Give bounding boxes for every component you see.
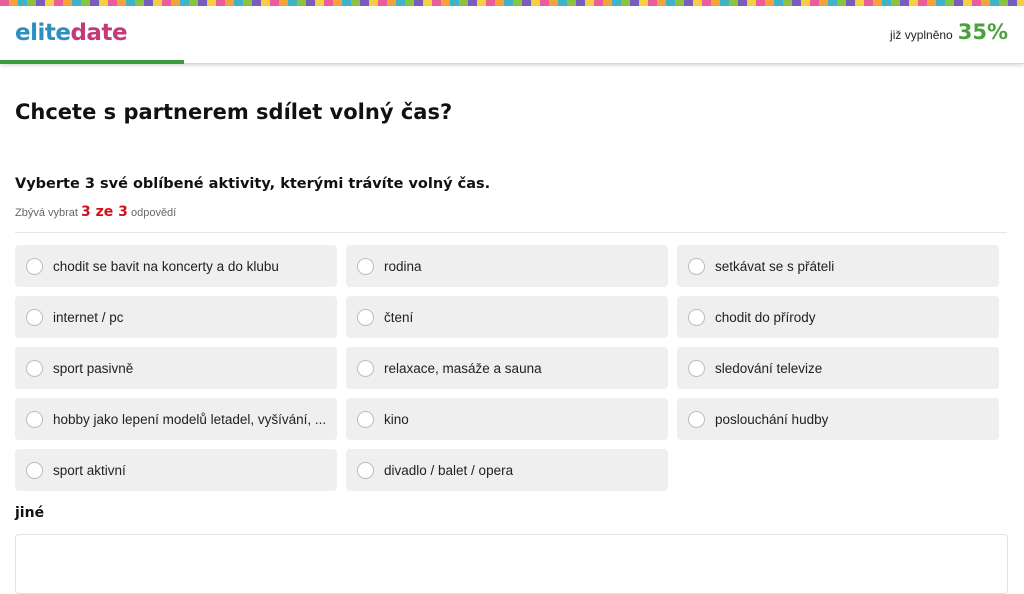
progress-percentage: 35% (957, 20, 1008, 44)
option-label: rodina (384, 258, 422, 274)
top-header: elitedate již vyplněno 35% (0, 6, 1024, 64)
radio-circle-icon[interactable] (26, 308, 43, 326)
radio-circle-icon[interactable] (26, 359, 43, 377)
other-label: jiné (15, 505, 45, 521)
radio-circle-icon[interactable] (688, 410, 705, 428)
option-label: sledování televize (715, 360, 823, 376)
option-label: internet / pc (53, 309, 124, 325)
section-divider (15, 232, 1007, 233)
option-label: relaxace, masáže a sauna (384, 360, 542, 376)
option-label: sport aktivní (53, 462, 126, 478)
option-label: čtení (384, 309, 414, 325)
option-label: kino (384, 411, 409, 427)
radio-circle-icon[interactable] (357, 461, 374, 479)
progress-indicator: již vyplněno 35% (890, 20, 1008, 44)
option-item[interactable]: chodit se bavit na koncerty a do klubu (15, 245, 337, 287)
radio-circle-icon[interactable] (688, 308, 705, 326)
radio-circle-icon[interactable] (26, 257, 43, 275)
option-item[interactable]: hobby jako lepení modelů letadel, vyšívá… (15, 398, 337, 440)
radio-circle-icon[interactable] (688, 359, 705, 377)
option-item[interactable]: chodit do přírody (677, 296, 999, 338)
progress-bar (0, 60, 184, 64)
options-grid: chodit se bavit na koncerty a do klubu r… (15, 245, 999, 491)
radio-circle-icon[interactable] (357, 410, 374, 428)
option-label: chodit se bavit na koncerty a do klubu (53, 258, 279, 274)
option-label: poslouchání hudby (715, 411, 829, 427)
option-label: divadlo / balet / opera (384, 462, 514, 478)
remaining-suffix: odpovědí (130, 207, 177, 219)
option-item[interactable]: sledování televize (677, 347, 999, 389)
option-label: setkávat se s přáteli (715, 258, 835, 274)
radio-circle-icon[interactable] (26, 410, 43, 428)
option-item[interactable]: poslouchání hudby (677, 398, 999, 440)
option-item[interactable]: relaxace, masáže a sauna (346, 347, 668, 389)
option-item[interactable]: sport aktivní (15, 449, 337, 491)
option-item[interactable]: sport pasivně (15, 347, 337, 389)
option-label: hobby jako lepení modelů letadel, vyšívá… (53, 411, 327, 427)
option-item[interactable]: divadlo / balet / opera (346, 449, 668, 491)
remaining-prefix: Zbývá vybrat (15, 207, 78, 219)
remaining-selection-info: Zbývá vybrat 3 ze 3 odpovědí (15, 204, 176, 220)
radio-circle-icon[interactable] (357, 359, 374, 377)
radio-circle-icon[interactable] (688, 257, 705, 275)
option-item[interactable]: setkávat se s přáteli (677, 245, 999, 287)
elitedate-logo[interactable]: elitedate (15, 20, 128, 46)
question-title: Chcete s partnerem sdílet volný čas? (15, 100, 453, 124)
option-item[interactable]: rodina (346, 245, 668, 287)
logo-part-elite: elite (15, 20, 71, 46)
option-item[interactable]: internet / pc (15, 296, 337, 338)
radio-circle-icon[interactable] (357, 257, 374, 275)
logo-part-date: date (70, 20, 128, 46)
radio-circle-icon[interactable] (26, 461, 43, 479)
option-item[interactable]: čtení (346, 296, 668, 338)
progress-label: již vyplněno (890, 28, 953, 42)
other-text-input[interactable] (15, 534, 1008, 594)
option-label: chodit do přírody (715, 309, 816, 325)
option-label: sport pasivně (53, 360, 134, 376)
remaining-count: 3 ze 3 (81, 204, 128, 220)
option-item[interactable]: kino (346, 398, 668, 440)
question-subtitle: Vyberte 3 své oblíbené aktivity, kterými… (15, 176, 491, 192)
radio-circle-icon[interactable] (357, 308, 374, 326)
